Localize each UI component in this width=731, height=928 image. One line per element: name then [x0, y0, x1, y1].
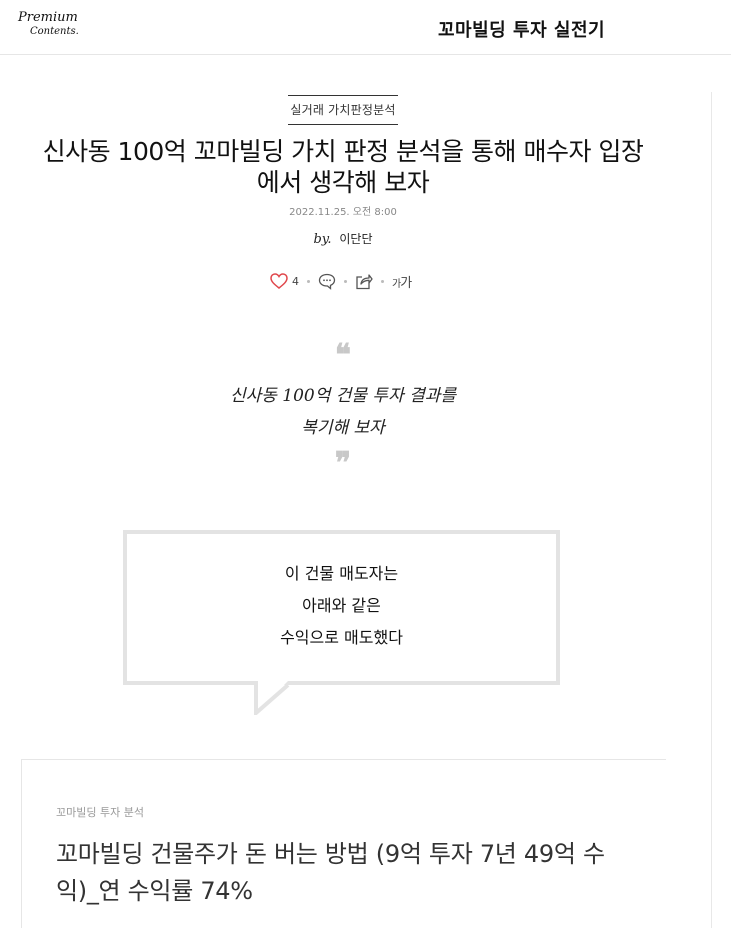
speech-line1: 이 건물 매도자는 — [284, 564, 399, 583]
article-actions: 4 가가 — [270, 270, 412, 292]
logo-line1: Premium — [18, 10, 78, 25]
pull-quote: 신사동 100억 건물 투자 결과를 복기해 보자 — [0, 380, 686, 444]
close-quote-icon: ❞ — [334, 446, 352, 481]
pull-quote-line2: 복기해 보자 — [301, 418, 385, 438]
by-label: by. — [313, 232, 332, 247]
category-label[interactable]: 실거래 가치판정분석 — [288, 95, 398, 125]
separator-dot — [307, 279, 310, 283]
logo-line2: Contents. — [30, 26, 79, 37]
speech-line2: 아래와 같은 — [302, 596, 381, 615]
open-quote-icon: ❝ — [334, 338, 352, 373]
font-size-large: 가 — [400, 275, 412, 291]
card-title[interactable]: 꼬마빌딩 건물주가 돈 버는 방법 (9억 투자 7년 49억 수익)_연 수익… — [56, 836, 646, 910]
series-title[interactable]: 꼬마빌딩 투자 실전기 — [438, 16, 605, 42]
speech-bubble: 이 건물 매도자는 아래와 같은 수익으로 매도했다 — [123, 530, 560, 685]
comment-icon[interactable] — [318, 273, 336, 290]
font-size-icon[interactable]: 가가 — [392, 272, 412, 291]
heart-icon[interactable] — [270, 273, 288, 289]
separator-dot — [344, 279, 347, 283]
font-size-small: 가 — [392, 278, 401, 290]
speech-line3: 수익으로 매도했다 — [280, 628, 403, 647]
like-count: 4 — [292, 274, 299, 288]
content-frame-border — [711, 92, 712, 928]
speech-bubble-tail — [254, 681, 290, 715]
top-bar: Premium Contents. 꼬마빌딩 투자 실전기 — [0, 0, 731, 55]
separator-dot — [381, 279, 384, 283]
related-article-card[interactable]: 꼬마빌딩 투자 분석 꼬마빌딩 건물주가 돈 버는 방법 (9억 투자 7년 4… — [21, 759, 666, 928]
article-category: 실거래 가치판정분석 — [0, 95, 686, 125]
speech-bubble-text: 이 건물 매도자는 아래와 같은 수익으로 매도했다 — [127, 558, 556, 654]
pull-quote-line1: 신사동 100억 건물 투자 결과를 — [229, 386, 457, 406]
article-title: 신사동 100억 꼬마빌딩 가치 판정 분석을 통해 매수자 입장에서 생각해 … — [42, 137, 644, 197]
premium-contents-logo[interactable]: Premium Contents. — [18, 10, 79, 44]
publish-date: 2022.11.25. 오전 8:00 — [289, 207, 397, 218]
card-category: 꼬마빌딩 투자 분석 — [56, 806, 144, 819]
share-icon[interactable] — [355, 273, 373, 290]
byline: by. 이단단 — [0, 230, 686, 247]
author-name[interactable]: 이단단 — [339, 232, 372, 246]
